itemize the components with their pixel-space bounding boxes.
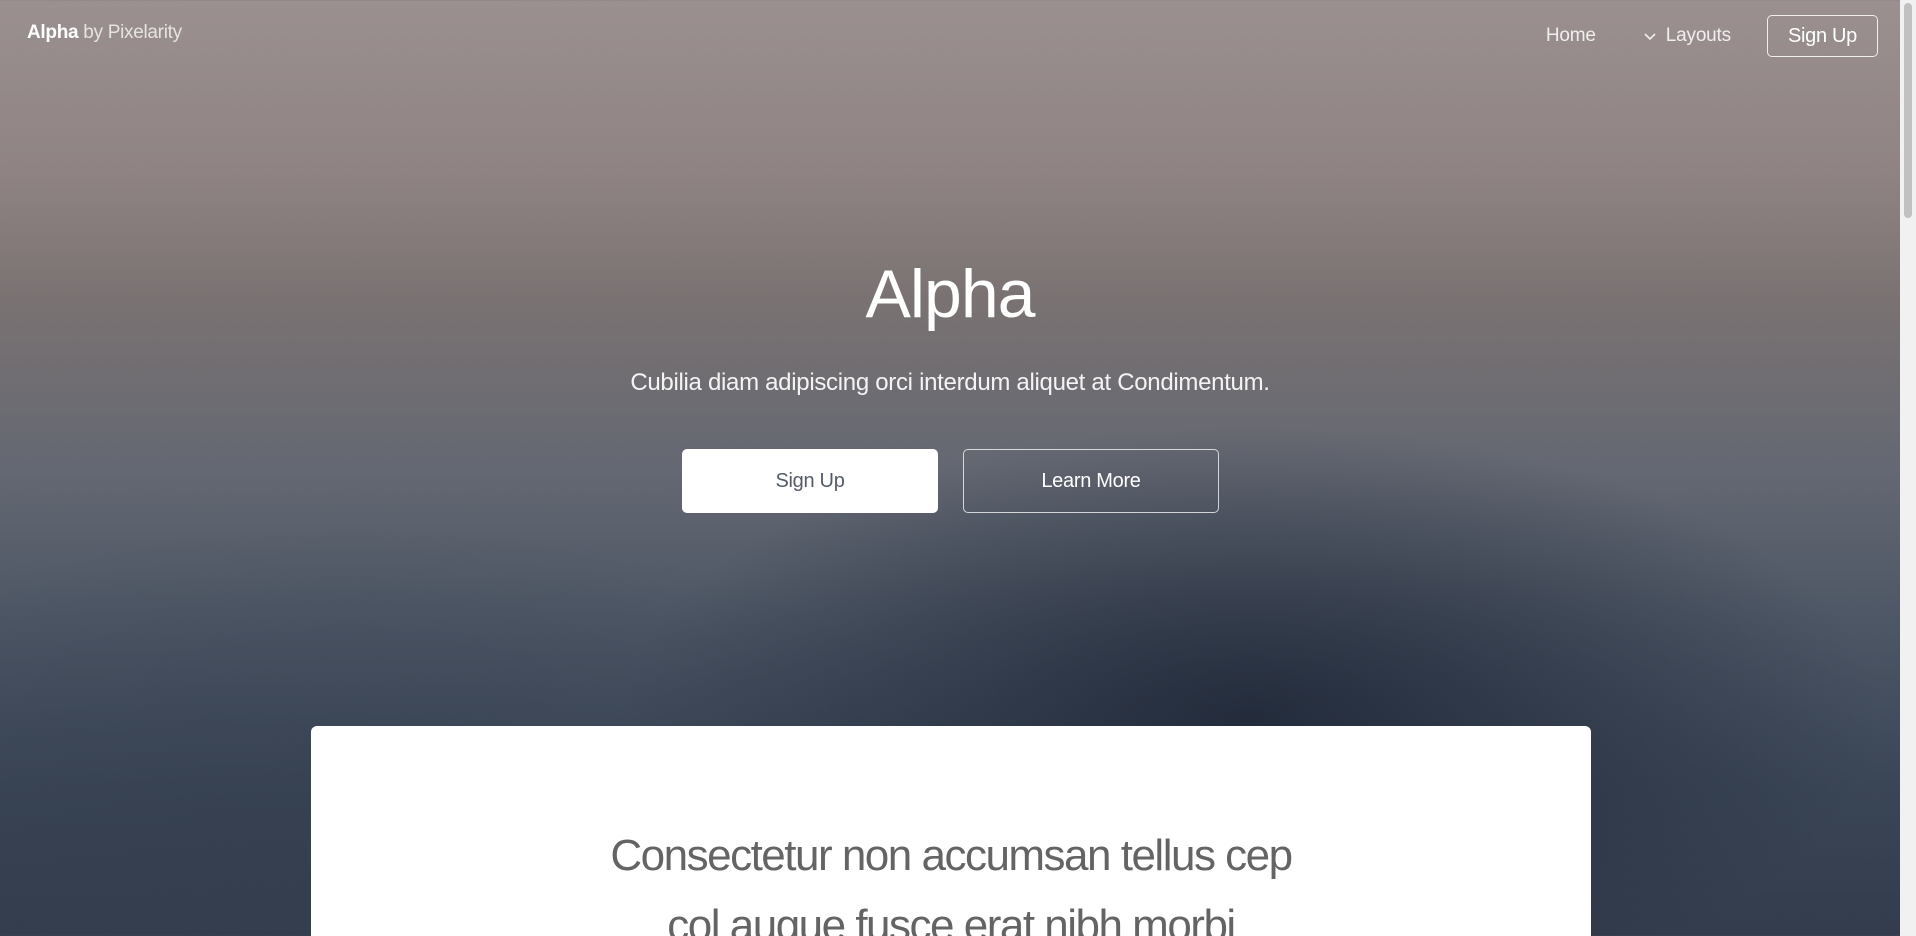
intro-line-1: Consectetur non accumsan tellus cep xyxy=(610,831,1293,880)
brand-logo[interactable]: Alpha by Pixelarity xyxy=(27,22,182,44)
nav-home-link[interactable]: Home xyxy=(1546,25,1596,47)
chevron-down-icon xyxy=(1642,28,1658,44)
hero-title: Alpha xyxy=(865,256,1036,332)
nav-layouts-dropdown[interactable]: Layouts xyxy=(1642,25,1731,47)
main-content-card: Consectetur non accumsan tellus cep col … xyxy=(311,726,1591,936)
nav-signup-button[interactable]: Sign Up xyxy=(1766,15,1878,57)
nav-layouts-label: Layouts xyxy=(1665,25,1731,46)
scrollbar-thumb[interactable] xyxy=(1904,3,1912,218)
hero-learn-more-button[interactable]: Learn More xyxy=(963,449,1219,513)
brand-name: Alpha xyxy=(27,22,79,43)
intro-line-2: col augue fusce erat nibh morbi xyxy=(667,901,1236,936)
vertical-scrollbar[interactable] xyxy=(1900,0,1916,936)
main-nav: Home Layouts Sign Up xyxy=(1546,15,1878,57)
page: Alpha by Pixelarity Home Layouts Sign Up… xyxy=(0,0,1900,936)
hero-signup-button[interactable]: Sign Up xyxy=(682,449,938,513)
hero-subtitle: Cubilia diam adipiscing orci interdum al… xyxy=(630,369,1270,396)
site-header: Alpha by Pixelarity Home Layouts Sign Up xyxy=(0,0,1900,70)
brand-byline: by Pixelarity xyxy=(83,22,182,43)
intro-heading: Consectetur non accumsan tellus cep col … xyxy=(311,821,1591,936)
